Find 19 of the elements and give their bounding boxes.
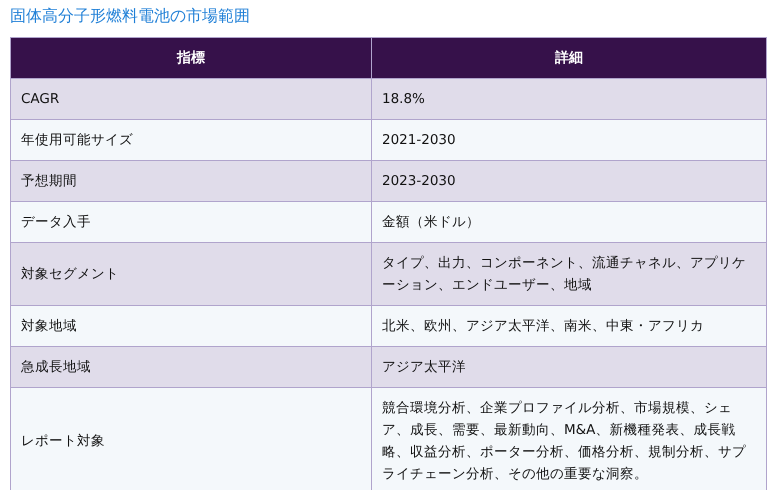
table-cell: 2021-2030 [372, 120, 766, 160]
table-cell: CAGR [10, 78, 372, 120]
table-cell: 北米、欧州、アジア太平洋、南米、中東・アフリカ [372, 306, 766, 346]
table-cell: レポート対象 [10, 388, 372, 490]
table-cell: 対象地域 [10, 306, 372, 346]
table-cell: 金額（米ドル） [372, 202, 766, 242]
table-cell: 2023-2030 [372, 160, 766, 202]
table-cell: タイプ、出力、コンポーネント、流通チャネル、アプリケーション、エンドユーザー、地域 [372, 242, 766, 306]
table-cell: 対象セグメント [10, 242, 372, 306]
table-cell: アジア太平洋 [372, 346, 766, 388]
table-cell: データ入手 [10, 202, 372, 242]
table-cell: 競合環境分析、企業プロファイル分析、市場規模、シェア、成長、需要、最新動向、M&A、新機種発表、成長戦略、収益分析、ポーター分析、価格分析、規制分析、サプライチェーン分析、その他の重要な洞察。 [372, 388, 766, 490]
table-cell: 予想期間 [10, 160, 372, 202]
table-cell: 18.8% [372, 78, 766, 120]
column-header: 指標 [10, 38, 372, 78]
table-cell: 急成長地域 [10, 346, 372, 388]
table-cell: 年使用可能サイズ [10, 120, 372, 160]
page-title: 固体高分子形燃料電池の市場範囲 [10, 5, 251, 27]
column-header: 詳細 [372, 38, 766, 78]
